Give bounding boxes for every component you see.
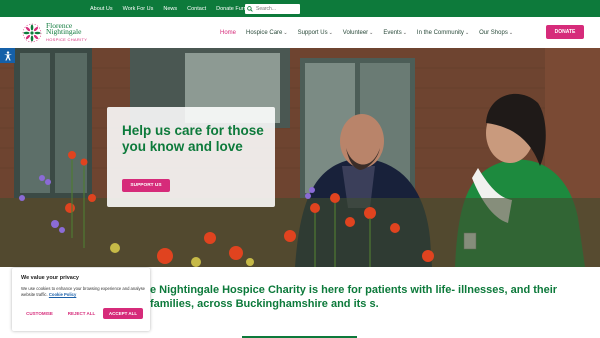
intro-text: e Nightingale Hospice Charity is here fo…	[150, 284, 558, 310]
news-link[interactable]: News	[163, 6, 177, 12]
site-header: Florence Nightingale HOSPICE CHARITY Hom…	[0, 17, 600, 48]
cookie-description-text: We use cookies to enhance your browsing …	[21, 286, 145, 297]
nav-item-events[interactable]: Events ⌄	[383, 30, 407, 36]
nav-item-volunteer[interactable]: Volunteer ⌄	[343, 30, 374, 36]
nav-item-label: Support Us	[297, 29, 328, 36]
hero-card: Help us care for those you know and love…	[107, 107, 275, 207]
work-for-us-link[interactable]: Work For Us	[123, 6, 154, 12]
customise-button[interactable]: CUSTOMISE	[20, 308, 59, 319]
search-box[interactable]	[245, 4, 300, 14]
nav-item-label: In the Community	[416, 29, 464, 36]
contact-link[interactable]: Contact	[187, 6, 206, 12]
nav-item-label: Our Shops	[479, 29, 508, 36]
chevron-down-icon: ⌄	[508, 29, 514, 36]
nav-item-label: Volunteer	[342, 29, 369, 36]
logo-line-3: HOSPICE CHARITY	[46, 36, 88, 42]
about-us-link[interactable]: About Us	[90, 6, 113, 12]
main-nav: Home Hospice Care ⌄ Support Us ⌄ Volunte…	[220, 17, 513, 48]
donate-button[interactable]: DONATE	[546, 25, 584, 39]
nav-item-in-the-community[interactable]: In the Community ⌄	[417, 30, 469, 36]
cookie-title: We value your privacy	[21, 275, 79, 281]
accept-all-button[interactable]: ACCEPT ALL	[103, 308, 143, 319]
utility-links: About Us Work For Us News Contact Donate…	[90, 0, 257, 17]
flower-logo-icon	[22, 23, 42, 43]
reject-all-button[interactable]: REJECT ALL	[62, 308, 101, 319]
hero-photo	[0, 48, 600, 267]
cookie-description: We use cookies to enhance your browsing …	[21, 286, 151, 298]
logo-text: Florence Nightingale HOSPICE CHARITY	[46, 22, 88, 44]
top-utility-bar: About Us Work For Us News Contact Donate…	[0, 0, 600, 17]
nav-item-our-shops[interactable]: Our Shops ⌄	[479, 30, 513, 36]
hero-banner: Help us care for those you know and love…	[0, 48, 600, 267]
search-input[interactable]	[256, 6, 300, 12]
support-us-button[interactable]: SUPPORT US	[122, 179, 170, 192]
nav-item-label: Events	[383, 29, 402, 36]
accessibility-icon	[3, 50, 12, 61]
chevron-down-icon: ⌄	[464, 29, 470, 36]
nav-item-label: Hospice Care	[246, 29, 283, 36]
nav-item-hospice-care[interactable]: Hospice Care ⌄	[246, 30, 288, 36]
chevron-down-icon: ⌄	[369, 29, 374, 36]
search-icon	[247, 6, 253, 12]
chevron-down-icon: ⌄	[328, 29, 333, 36]
chevron-down-icon: ⌄	[402, 29, 407, 36]
cookie-banner: We value your privacy We use cookies to …	[12, 268, 150, 331]
cookie-policy-link[interactable]: Cookie Policy	[49, 292, 76, 297]
accessibility-button[interactable]	[0, 48, 15, 63]
nav-item-home[interactable]: Home	[220, 30, 236, 36]
chevron-down-icon: ⌄	[283, 29, 288, 36]
nav-item-label: Home	[220, 29, 237, 36]
nav-item-support-us[interactable]: Support Us ⌄	[298, 30, 333, 36]
logo-line-2: Nightingale	[46, 27, 82, 37]
hero-headline: Help us care for those you know and love	[122, 123, 264, 154]
site-logo[interactable]: Florence Nightingale HOSPICE CHARITY	[20, 20, 90, 46]
